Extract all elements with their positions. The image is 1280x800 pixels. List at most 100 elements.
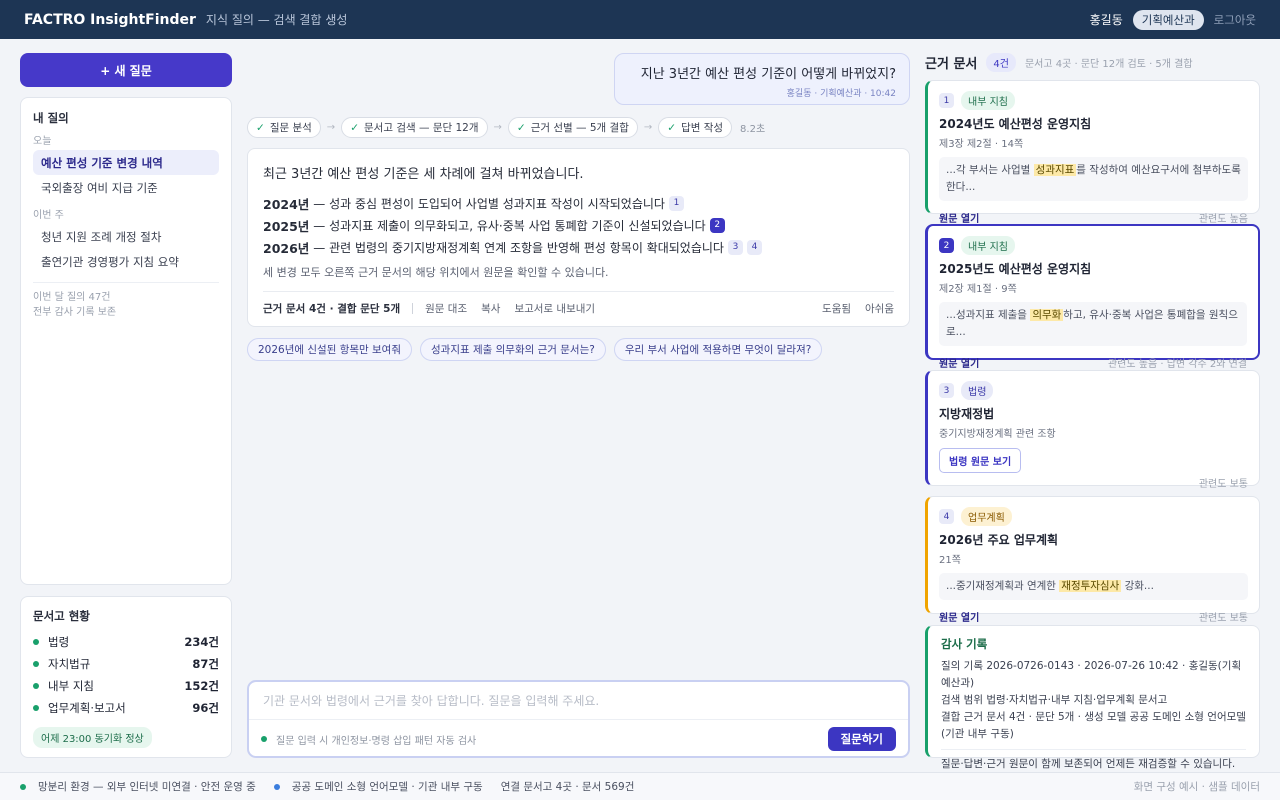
- check-icon: ✓: [350, 121, 359, 134]
- library-panel: 문서고 현황 법령 234건 자치법규 87건 내부 지침 152건 업무계획·보고서…: [20, 596, 232, 758]
- library-value: 152건: [184, 679, 219, 693]
- open-source-link[interactable]: 원문 열기: [939, 609, 979, 624]
- suggestion-chip[interactable]: 2026년에 신설된 항목만 보여줘: [247, 338, 412, 361]
- answer-card: 최근 3년간 예산 편성 기준은 세 차례에 걸쳐 바뀌었습니다. 2024년 —…: [247, 148, 910, 327]
- library-row: 내부 지침 152건: [33, 675, 219, 697]
- pipeline-step: ✓ 답변 작성: [658, 117, 733, 138]
- citation-marker[interactable]: 1: [668, 195, 684, 211]
- evidence-card[interactable]: 3 법령 지방재정법 중기지방재정계획 관련 조항 법령 원문 보기 관련도 보통: [925, 370, 1260, 490]
- history-item[interactable]: 청년 지원 조례 개정 절차: [33, 224, 219, 249]
- status-dot: [273, 783, 280, 790]
- highlight: 성과지표: [1033, 164, 1077, 176]
- answer-summary: 근거 문서 4건 · 결합 문단 5개: [263, 303, 401, 315]
- check-icon: ✓: [516, 121, 526, 134]
- my-questions-panel: 내 질의 오늘 예산 편성 기준 변경 내역 국외출장 여비 지급 기준 이번 …: [20, 97, 232, 585]
- citation-marker[interactable]: 4: [746, 239, 762, 255]
- citation-marker[interactable]: 2: [709, 217, 725, 233]
- audit-note: 전부 감사 기록 보존: [33, 307, 117, 318]
- status-item: 공공 도메인 소형 언어모델 · 기관 내부 구동: [273, 779, 483, 794]
- doc-title: 지방재정법: [939, 407, 995, 421]
- app-brand[interactable]: FACTRO InsightFinder: [24, 12, 196, 28]
- doc-type-tag: 업무계획: [961, 507, 1012, 526]
- audit-line: 결합 근거 문서 4건 · 문단 5개 · 생성 모델 공공 도메인 소형 언어…: [941, 711, 1246, 740]
- doc-location: 제3장 제2절 · 14쪽: [939, 139, 1024, 150]
- copy-button[interactable]: 복사: [481, 301, 500, 316]
- answer-lead: 최근 3년간 예산 편성 기준은 세 차례에 걸쳐 바뀌었습니다.: [263, 167, 584, 182]
- history-item[interactable]: 국외출장 여비 지급 기준: [33, 175, 219, 200]
- arrow-right-icon: →: [493, 122, 502, 133]
- logout-link[interactable]: 로그아웃: [1214, 12, 1256, 28]
- library-row: 법령 234건: [33, 631, 219, 653]
- doc-title: 2024년도 예산편성 운영지침: [939, 117, 1092, 131]
- library-value: 87건: [192, 657, 219, 671]
- question-input[interactable]: 기관 문서와 법령에서 근거를 찾아 답합니다. 질문을 입력해 주세요.: [263, 692, 599, 709]
- answer-action-bar: 근거 문서 4건 · 결합 문단 5개 원문 대조 복사 보고서로 내보내기 도…: [263, 291, 894, 316]
- doc-snippet: ...성과지표 제출을 의무화 하고, 유사·중복 사업은 통폐합을 원칙으로..…: [939, 302, 1247, 346]
- citation-marker[interactable]: 3: [727, 239, 743, 255]
- library-label: 자치법규: [48, 657, 91, 671]
- library-value: 96건: [192, 701, 219, 715]
- relevance-label: 관련도 보통: [1198, 613, 1248, 624]
- evidence-title: 근거 문서: [925, 57, 978, 72]
- audit-footer: 질문·답변·근거 원문이 함께 보존되어 언제든 재검증할 수 있습니다.: [941, 749, 1246, 771]
- status-dot: [33, 639, 39, 645]
- library-label: 내부 지침: [48, 679, 94, 693]
- relevance-label: 관련도 보통: [1198, 479, 1248, 490]
- history-item[interactable]: 출연기관 경영평가 지침 요약: [33, 249, 219, 274]
- arrow-right-icon: →: [643, 122, 653, 133]
- submit-question-button[interactable]: 질문하기: [827, 727, 896, 751]
- top-bar: FACTRO InsightFinder 지식 질의 — 검색 결합 생성 홍길…: [0, 0, 1280, 39]
- evidence-card[interactable]: 4 업무계획 2026년 주요 업무계획 21쪽 ...중기재정계획과 연계한 재…: [925, 496, 1260, 624]
- evidence-card-selected[interactable]: 2 내부 지침 2025년도 예산편성 운영지침 제2장 제1절 · 9쪽 ...…: [925, 224, 1260, 370]
- open-source-link[interactable]: 원문 열기: [939, 210, 979, 225]
- status-dot: [33, 705, 39, 711]
- status-bar: 망분리 환경 — 외부 인터넷 미연결 · 안전 운영 중 공공 도메인 소형 …: [0, 772, 1280, 800]
- suggestion-chips: 2026년에 신설된 항목만 보여줘 성과지표 제출 의무화의 근거 문서는? …: [247, 338, 823, 361]
- doc-location: 제2장 제1절 · 9쪽: [939, 284, 1017, 295]
- my-questions-title: 내 질의: [33, 111, 69, 125]
- evidence-count-badge: 4건: [986, 53, 1016, 72]
- check-icon: ✓: [667, 121, 677, 134]
- answer-line: 2024년 — 성과 중심 편성이 도입되어 사업별 성과지표 작성이 시작되었습…: [263, 192, 894, 214]
- not-helpful-button[interactable]: 아쉬움: [865, 301, 894, 316]
- library-row: 자치법규 87건: [33, 653, 219, 675]
- user-question-bubble: 지난 3년간 예산 편성 기준이 어떻게 바뀌었지? 홍길동 · 기획예산과 ·…: [614, 53, 910, 105]
- doc-title: 2025년도 예산편성 운영지침: [939, 262, 1092, 276]
- suggestion-chip[interactable]: 우리 부서 사업에 적용하면 무엇이 달라져?: [613, 338, 823, 361]
- input-footer: 질문 입력 시 개인정보·명령 삽입 패턴 자동 검사 질문하기: [249, 719, 908, 758]
- doc-location: 21쪽: [939, 555, 961, 566]
- doc-type-tag: 내부 지침: [961, 91, 1015, 110]
- question-text: 지난 3년간 예산 편성 기준이 어떻게 바뀌었지?: [640, 67, 896, 82]
- open-source-link[interactable]: 원문 열기: [939, 355, 979, 370]
- export-report-button[interactable]: 보고서로 내보내기: [514, 301, 595, 316]
- sync-status-badge: 어제 23:00 동기화 정상: [33, 727, 152, 748]
- history-item[interactable]: 예산 편성 기준 변경 내역: [33, 150, 219, 175]
- view-law-button[interactable]: 법령 원문 보기: [939, 448, 1022, 473]
- status-dot: [33, 661, 39, 667]
- status-dot: [20, 783, 26, 790]
- elapsed-time: 8.2초: [740, 124, 766, 135]
- audit-log-panel: 감사 기록 질의 기록 2026-0726-0143 · 2026-07-26 …: [925, 625, 1260, 770]
- pipeline-step: ✓ 질문 분석: [247, 117, 321, 138]
- doc-location: 중기지방재정계획 관련 조항: [939, 429, 1056, 440]
- evidence-number: 4: [939, 509, 954, 524]
- doc-type-tag: 내부 지침: [961, 236, 1015, 255]
- new-question-button[interactable]: + 새 질문: [20, 53, 232, 87]
- evidence-number: 2: [939, 238, 954, 253]
- audit-line: 검색 범위 법령·자치법규·내부 지침·업무계획 문서고: [941, 694, 1168, 706]
- history-group-label: 이번 주: [33, 210, 64, 221]
- highlight: 재정투자심사: [1059, 580, 1122, 592]
- helpful-button[interactable]: 도움됨: [822, 301, 851, 316]
- evidence-card[interactable]: 1 내부 지침 2024년도 예산편성 운영지침 제3장 제2절 · 14쪽 ..…: [925, 80, 1260, 225]
- question-input-box[interactable]: 기관 문서와 법령에서 근거를 찾아 답합니다. 질문을 입력해 주세요. 질문…: [247, 680, 910, 758]
- evidence-summary: 문서고 4곳 · 문단 12개 검토 · 5개 결합: [1024, 59, 1193, 70]
- status-right-note: 화면 구성 예시 · 샘플 데이터: [1133, 781, 1260, 793]
- audit-line: 질의 기록 2026-0726-0143 · 2026-07-26 10:42 …: [941, 660, 1242, 689]
- answer-line: 2026년 — 관련 법령의 중기지방재정계획 연계 조항을 반영해 편성 항목이…: [263, 236, 894, 258]
- suggestion-chip[interactable]: 성과지표 제출 의무화의 근거 문서는?: [420, 338, 606, 361]
- answer-line: 2025년 — 성과지표 제출이 의무화되고, 유사·중복 사업 통폐합 기준이 …: [263, 214, 894, 236]
- status-dot: [33, 683, 39, 689]
- compare-source-button[interactable]: 원문 대조: [425, 301, 467, 316]
- status-dot: [261, 736, 267, 742]
- privacy-check-note: 질문 입력 시 개인정보·명령 삽입 패턴 자동 검사: [276, 735, 477, 747]
